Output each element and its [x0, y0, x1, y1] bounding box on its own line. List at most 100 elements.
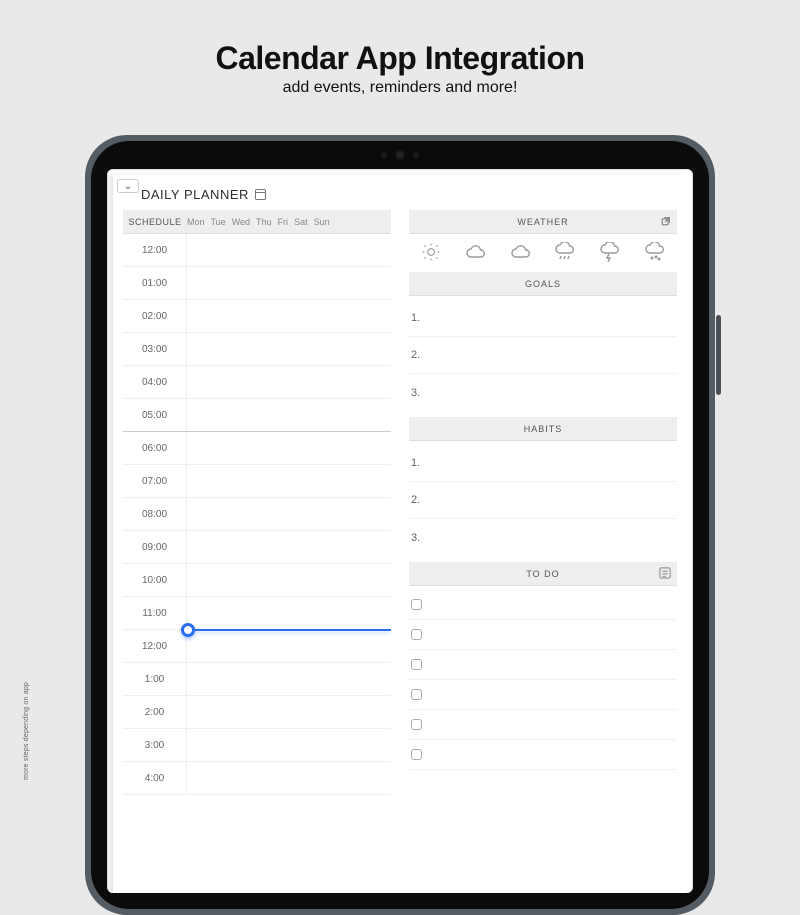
- schedule-cell[interactable]: [187, 597, 391, 629]
- schedule-row[interactable]: 04:00: [123, 366, 391, 399]
- schedule-row[interactable]: 09:00: [123, 531, 391, 564]
- goals-list: 1.2.3.: [409, 300, 677, 411]
- external-link-icon: [661, 216, 671, 226]
- checkbox[interactable]: [411, 719, 422, 730]
- tablet-side-button: [716, 315, 721, 395]
- todo-row[interactable]: [409, 590, 677, 620]
- list-item[interactable]: 2.: [409, 482, 677, 519]
- time-label: 12:00: [123, 630, 187, 662]
- schedule-cell[interactable]: [187, 630, 391, 662]
- schedule-row[interactable]: 4:00: [123, 762, 391, 795]
- schedule-row[interactable]: 02:00: [123, 300, 391, 333]
- tablet-screen: ⌄ DAILY PLANNER SCHEDULE Mon Tue Wed Thu Fri…: [107, 169, 693, 893]
- goals-header: GOALS: [409, 272, 677, 296]
- schedule-cell[interactable]: [187, 366, 391, 398]
- page-title: DAILY PLANNER: [141, 187, 677, 202]
- hero-title: Calendar App Integration: [0, 40, 800, 77]
- schedule-cell[interactable]: [187, 564, 391, 596]
- schedule-cell[interactable]: [187, 696, 391, 728]
- todo-row[interactable]: [409, 620, 677, 650]
- day-label[interactable]: Sun: [314, 217, 330, 227]
- time-label: 3:00: [123, 729, 187, 761]
- day-label[interactable]: Mon: [187, 217, 205, 227]
- sun-icon: [419, 242, 443, 262]
- page-title-text: DAILY PLANNER: [141, 187, 249, 202]
- snow-icon: [643, 242, 667, 262]
- schedule-cell[interactable]: [187, 762, 391, 794]
- list-item[interactable]: 3.: [409, 374, 677, 411]
- collapse-toggle[interactable]: ⌄: [117, 179, 139, 193]
- side-caption: more steps depending on app: [23, 682, 30, 780]
- todo-list: [409, 590, 677, 770]
- checkbox[interactable]: [411, 749, 422, 760]
- time-label: 02:00: [123, 300, 187, 332]
- time-label: 4:00: [123, 762, 187, 794]
- checkbox[interactable]: [411, 599, 422, 610]
- weather-header[interactable]: WEATHER: [409, 210, 677, 234]
- schedule-row[interactable]: 08:00: [123, 498, 391, 531]
- rain-icon: [553, 242, 577, 262]
- schedule-cell[interactable]: [187, 432, 391, 464]
- schedule-cell[interactable]: [187, 663, 391, 695]
- checkbox[interactable]: [411, 629, 422, 640]
- schedule-cell[interactable]: [187, 729, 391, 761]
- schedule-cell[interactable]: [187, 465, 391, 497]
- list-item[interactable]: 3.: [409, 519, 677, 556]
- schedule-cell[interactable]: [187, 399, 391, 431]
- time-label: 06:00: [123, 432, 187, 464]
- schedule-cell[interactable]: [187, 333, 391, 365]
- todo-row[interactable]: [409, 650, 677, 680]
- list-item[interactable]: 1.: [409, 300, 677, 337]
- schedule-row[interactable]: 07:00: [123, 465, 391, 498]
- time-label: 05:00: [123, 399, 187, 431]
- day-label[interactable]: Thu: [256, 217, 272, 227]
- habits-label: HABITS: [524, 424, 563, 434]
- cloud-icon: [464, 242, 488, 262]
- storm-icon: [598, 242, 622, 262]
- schedule-cell[interactable]: [187, 300, 391, 332]
- day-label[interactable]: Sat: [294, 217, 308, 227]
- weather-label: WEATHER: [517, 217, 568, 227]
- time-label: 07:00: [123, 465, 187, 497]
- schedule-row[interactable]: 12:00: [123, 234, 391, 267]
- time-label: 11:00: [123, 597, 187, 629]
- schedule-row[interactable]: 03:00: [123, 333, 391, 366]
- schedule-label: SCHEDULE: [123, 217, 187, 227]
- schedule-row[interactable]: 06:00: [123, 432, 391, 465]
- schedule-cell[interactable]: [187, 498, 391, 530]
- todo-label: TO DO: [526, 569, 559, 579]
- hero-subtitle: add events, reminders and more!: [0, 79, 800, 97]
- todo-row[interactable]: [409, 680, 677, 710]
- checkbox[interactable]: [411, 659, 422, 670]
- schedule-header: SCHEDULE Mon Tue Wed Thu Fri Sat Sun: [123, 210, 391, 234]
- habits-list: 1.2.3.: [409, 445, 677, 556]
- todo-row[interactable]: [409, 740, 677, 770]
- list-icon: [659, 567, 671, 579]
- todo-row[interactable]: [409, 710, 677, 740]
- schedule-row[interactable]: 1:00: [123, 663, 391, 696]
- widgets-column: WEATHER: [409, 210, 677, 795]
- checkbox[interactable]: [411, 689, 422, 700]
- schedule-row[interactable]: 11:00: [123, 597, 391, 630]
- schedule-row[interactable]: 12:00: [123, 630, 391, 663]
- habits-header: HABITS: [409, 417, 677, 441]
- list-item[interactable]: 1.: [409, 445, 677, 482]
- day-label[interactable]: Wed: [232, 217, 250, 227]
- schedule-cell[interactable]: [187, 267, 391, 299]
- schedule-row[interactable]: 05:00: [123, 399, 391, 432]
- time-label: 04:00: [123, 366, 187, 398]
- day-label[interactable]: Tue: [211, 217, 226, 227]
- cloud-icon: [509, 242, 533, 262]
- schedule-column: SCHEDULE MonTueWedThuFriSatSun 12:0001:0…: [123, 210, 391, 795]
- schedule-row[interactable]: 3:00: [123, 729, 391, 762]
- schedule-row[interactable]: 01:00: [123, 267, 391, 300]
- tablet-notch: [365, 151, 435, 159]
- time-label: 2:00: [123, 696, 187, 728]
- schedule-cell[interactable]: [187, 531, 391, 563]
- time-label: 08:00: [123, 498, 187, 530]
- schedule-cell[interactable]: [187, 234, 391, 266]
- list-item[interactable]: 2.: [409, 337, 677, 374]
- day-label[interactable]: Fri: [278, 217, 289, 227]
- schedule-row[interactable]: 2:00: [123, 696, 391, 729]
- schedule-row[interactable]: 10:00: [123, 564, 391, 597]
